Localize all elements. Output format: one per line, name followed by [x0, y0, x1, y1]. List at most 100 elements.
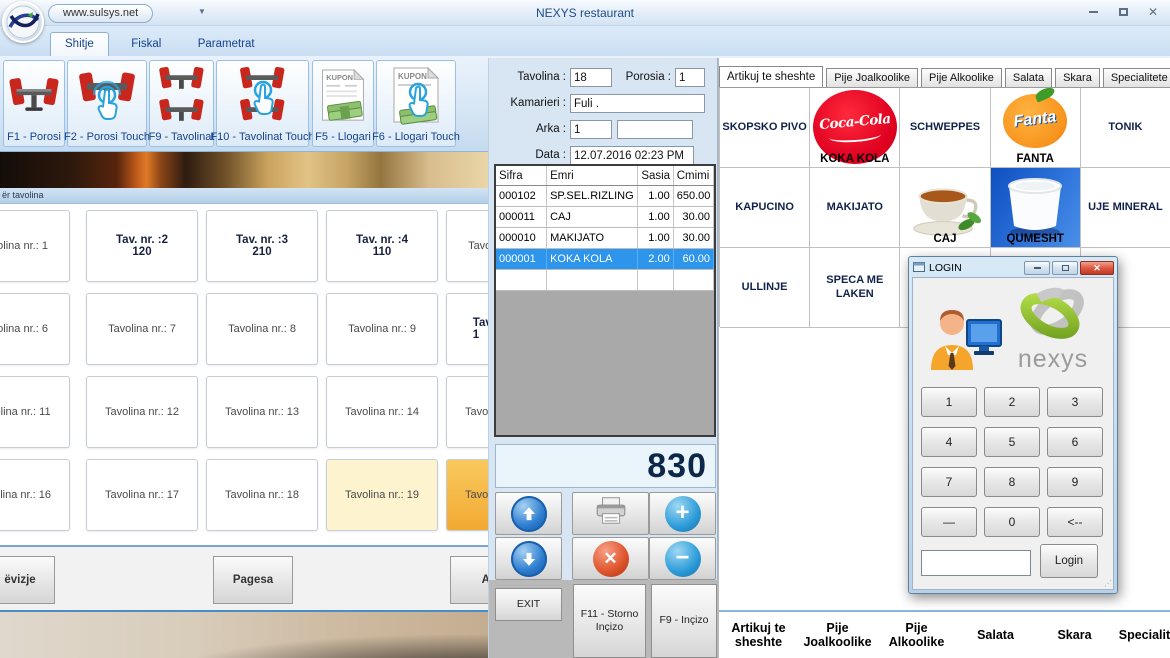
table-button-1[interactable]: Tavolina nr.: 1 — [0, 210, 70, 282]
tab-skara[interactable]: Skara — [1055, 68, 1100, 88]
maximize-icon[interactable] — [1116, 5, 1130, 19]
quick-access-dropdown-icon[interactable]: ▼ — [198, 7, 206, 16]
minimize-icon[interactable] — [1086, 5, 1100, 19]
numpad-0[interactable]: 0 — [984, 507, 1040, 537]
product-button[interactable]: SCHWEPPES — [900, 88, 990, 168]
toolbar-label: F5 - Llogari — [315, 130, 371, 145]
tab-salata[interactable]: Salata — [1005, 68, 1052, 88]
login-button[interactable]: Login — [1040, 544, 1098, 578]
decrease-qty-button[interactable]: − — [649, 537, 716, 580]
kamarieri-field[interactable] — [570, 94, 705, 113]
bottom-category-artikuj[interactable]: Artikuj te sheshte — [719, 612, 798, 658]
pin-input[interactable] — [921, 550, 1031, 576]
table-button-18[interactable]: Tavolina nr.: 18 — [206, 459, 318, 531]
tab-shitje[interactable]: Shitje — [50, 32, 109, 56]
bottom-category-specialitete[interactable]: Specialitete — [1114, 612, 1170, 658]
table-button-6[interactable]: Tavolina nr.: 6 — [0, 293, 70, 365]
incizo-button[interactable]: F9 - Inçizo — [651, 584, 717, 658]
table-button-4[interactable]: Tav. nr. :4110 — [326, 210, 438, 282]
close-icon[interactable]: ✕ — [1146, 5, 1160, 19]
scroll-down-button[interactable] — [495, 537, 562, 580]
arka-field[interactable] — [570, 120, 612, 139]
table-button-9[interactable]: Tavolina nr.: 9 — [326, 293, 438, 365]
tab-pije-alkoolike[interactable]: Pije Alkoolike — [921, 68, 1002, 88]
numpad-2[interactable]: 2 — [984, 387, 1040, 417]
product-button[interactable]: Coca-Cola KOKA KOLA — [810, 88, 900, 168]
bottom-category-skara[interactable]: Skara — [1035, 612, 1114, 658]
product-button[interactable]: Fanta FANTA — [991, 88, 1081, 168]
tavolinat-button[interactable]: F9 - Tavolinat — [149, 60, 214, 147]
product-button[interactable]: TONIK — [1081, 88, 1170, 168]
porosia-field[interactable] — [675, 68, 705, 87]
tab-artikuj-te-sheshte[interactable]: Artikuj te sheshte — [719, 66, 823, 88]
data-label: Data : — [489, 146, 566, 164]
dialog-minimize-icon[interactable] — [1024, 261, 1050, 275]
tab-pije-joalkoolike[interactable]: Pije Joalkoolike — [826, 68, 918, 88]
tavolina-field[interactable] — [570, 68, 612, 87]
product-button[interactable]: SPECA ME LAKEN — [810, 248, 900, 328]
table-button-13[interactable]: Tavolina nr.: 13 — [206, 376, 318, 448]
bottom-category-pije-alkoolike[interactable]: Pije Alkoolike — [877, 612, 956, 658]
product-button[interactable]: SKOPSKO PIVO — [720, 88, 810, 168]
storno-incizo-button[interactable]: F11 - Storno Inçizo — [573, 584, 646, 658]
bottom-category-pije-joalkoolike[interactable]: Pije Joalkoolike — [798, 612, 877, 658]
table-button-14[interactable]: Tavolina nr.: 14 — [326, 376, 438, 448]
table-button-11[interactable]: Tavolina nr.: 11 — [0, 376, 70, 448]
order-row[interactable]: 000010 MAKIJATO 1.00 30.00 — [496, 228, 714, 249]
numpad-backspace[interactable]: <-- — [1047, 507, 1103, 537]
numpad-dash[interactable]: — — [921, 507, 977, 537]
table-button-7[interactable]: Tavolina nr.: 7 — [86, 293, 198, 365]
product-button[interactable]: QUMESHT — [991, 168, 1081, 248]
tab-parametrat[interactable]: Parametrat — [184, 33, 269, 57]
scroll-up-button[interactable] — [495, 492, 562, 535]
app-logo-icon[interactable] — [2, 1, 44, 43]
order-row[interactable]: 000102 SP.SEL.RIZLING 1.00 650.00 — [496, 186, 714, 207]
numpad-8[interactable]: 8 — [984, 467, 1040, 497]
table-button-8[interactable]: Tavolina nr.: 8 — [206, 293, 318, 365]
exit-button[interactable]: EXIT — [495, 588, 562, 621]
tavolinat-touch-button[interactable]: F10 - Tavolinat Touch — [216, 60, 309, 147]
table-button-12[interactable]: Tavolina nr.: 12 — [86, 376, 198, 448]
order-row-selected[interactable]: 000001 KOKA KOLA 2.00 60.00 — [496, 249, 714, 270]
arka-field-2[interactable] — [617, 120, 693, 139]
table-button-16[interactable]: Tavolina nr.: 16 — [0, 459, 70, 531]
resize-grip[interactable]: ⋰ — [1104, 580, 1112, 588]
data-field[interactable] — [570, 146, 694, 165]
dialog-close-icon[interactable]: ✕ — [1080, 261, 1114, 275]
porosi-button[interactable]: F1 - Porosi — [3, 60, 65, 147]
bottom-category-salata[interactable]: Salata — [956, 612, 1035, 658]
tavolina-label: Tavolina : — [489, 68, 566, 86]
order-row[interactable]: 000011 CAJ 1.00 30.00 — [496, 207, 714, 228]
product-button[interactable]: KAPUCINO — [720, 168, 810, 248]
product-button[interactable]: CAJ — [900, 168, 990, 248]
table-button-3[interactable]: Tav. nr. :3210 — [206, 210, 318, 282]
numpad-3[interactable]: 3 — [1047, 387, 1103, 417]
tab-fiskal[interactable]: Fiskal — [117, 33, 175, 57]
table-button-17[interactable]: Tavolina nr.: 17 — [86, 459, 198, 531]
pagesa-button[interactable]: Pagesa — [213, 556, 293, 604]
llogari-button[interactable]: KUPON F5 - Llogari — [312, 60, 374, 147]
numpad-6[interactable]: 6 — [1047, 427, 1103, 457]
product-button[interactable]: ULLINJE — [720, 248, 810, 328]
numpad-4[interactable]: 4 — [921, 427, 977, 457]
porosi-touch-button[interactable]: F2 - Porosi Touch — [67, 60, 147, 147]
delete-item-button[interactable]: ✕ — [572, 537, 649, 580]
table-button-2[interactable]: Tav. nr. :2120 — [86, 210, 198, 282]
order-table-header: Sifra Emri Sasia Cmimi — [496, 166, 714, 186]
product-button[interactable]: UJE MINERAL — [1081, 168, 1170, 248]
levizje-button[interactable]: ëvizje — [0, 556, 55, 604]
llogari-touch-button[interactable]: KUPON F6 - Llogari Touch — [376, 60, 456, 147]
numpad-1[interactable]: 1 — [921, 387, 977, 417]
pos-window: NEXYS restaurant ✕ www.sulsys.net ▼ Shit… — [0, 0, 1170, 658]
quick-access-button[interactable]: www.sulsys.net — [48, 4, 153, 23]
print-button[interactable] — [572, 492, 649, 535]
tab-specialitete[interactable]: Specialitete — [1103, 68, 1170, 88]
table-button-19[interactable]: Tavolina nr.: 19 — [326, 459, 438, 531]
increase-qty-button[interactable]: + — [649, 492, 716, 535]
numpad-9[interactable]: 9 — [1047, 467, 1103, 497]
product-button[interactable]: MAKIJATO — [810, 168, 900, 248]
order-items-table[interactable]: Sifra Emri Sasia Cmimi 000102 SP.SEL.RIZ… — [494, 164, 716, 437]
dialog-maximize-icon[interactable] — [1052, 261, 1078, 275]
numpad-5[interactable]: 5 — [984, 427, 1040, 457]
numpad-7[interactable]: 7 — [921, 467, 977, 497]
